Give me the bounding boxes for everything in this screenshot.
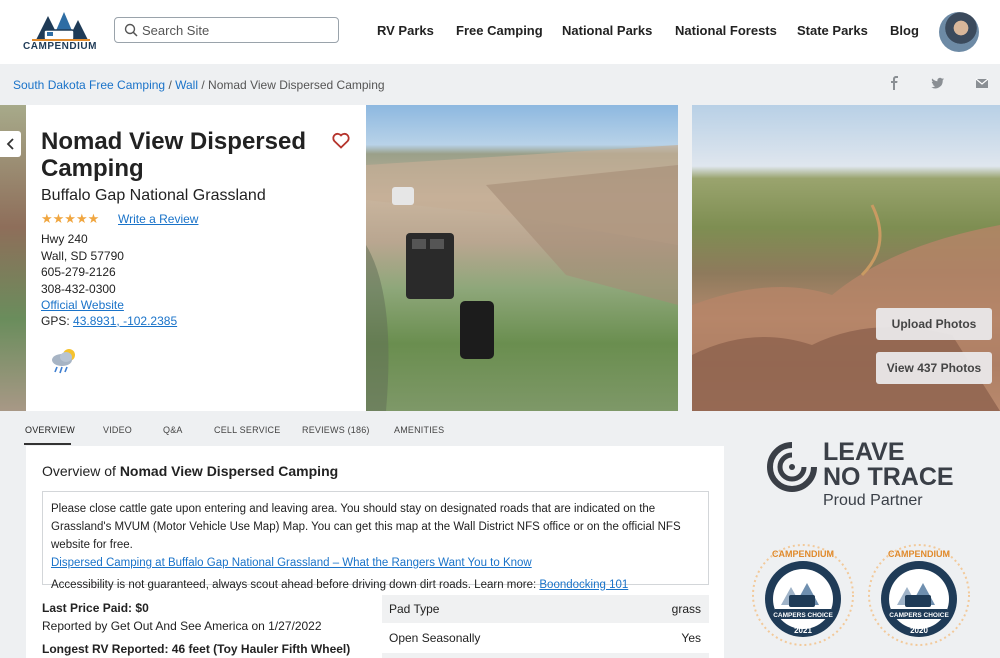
- detail-value: Yes: [681, 631, 701, 645]
- address-line-1: Hwy 240: [41, 232, 88, 246]
- official-website-link[interactable]: Official Website: [41, 298, 124, 312]
- gps-line: GPS: 43.8931, -102.2385: [41, 314, 177, 328]
- badge-brand: CAMPENDIUM: [888, 549, 950, 559]
- site-header: CAMPENDIUM RV Parks Free Camping Nationa…: [0, 0, 1000, 64]
- leave-no-trace-partner-logo[interactable]: LEAVE NO TRACE Proud Partner: [764, 437, 964, 511]
- search-icon: [124, 23, 138, 37]
- badge-year: 2020: [910, 626, 928, 635]
- detail-row-pad-type: Pad Type grass: [382, 595, 709, 623]
- nav-state-parks[interactable]: State Parks: [797, 23, 868, 38]
- tab-qa[interactable]: Q&A: [163, 425, 183, 435]
- nav-national-parks[interactable]: National Parks: [562, 23, 652, 38]
- tab-video[interactable]: VIDEO: [103, 425, 132, 435]
- detail-row-next: [382, 653, 709, 658]
- twitter-icon[interactable]: [931, 76, 945, 90]
- badge-label: CAMPERS CHOICE: [773, 612, 833, 619]
- overview-section: Overview of Nomad View Dispersed Camping…: [26, 446, 724, 658]
- longest-rv-value: 46 feet (Toy Hauler Fifth Wheel): [171, 642, 351, 656]
- last-price-value: $0: [135, 601, 149, 615]
- view-photos-button[interactable]: View 437 Photos: [876, 352, 992, 384]
- favorite-heart-icon[interactable]: [332, 132, 350, 149]
- tab-overview[interactable]: OVERVIEW: [25, 425, 75, 435]
- listing-info-card: Nomad View Dispersed Camping Buffalo Gap…: [26, 105, 366, 411]
- last-price-label: Last Price Paid:: [42, 601, 133, 615]
- breadcrumb-current: Nomad View Dispersed Camping: [208, 78, 385, 92]
- search-box[interactable]: [114, 17, 339, 43]
- breadcrumb-separator: /: [201, 78, 205, 92]
- detail-key: Open Seasonally: [389, 631, 481, 645]
- overview-title-prefix: Overview of: [42, 463, 116, 479]
- badge-label: CAMPERS CHOICE: [889, 612, 949, 619]
- rain-sun-icon: [52, 349, 75, 374]
- tab-cell-service[interactable]: CELL SERVICE: [214, 425, 280, 435]
- listing-photo-rv-badlands[interactable]: [366, 105, 678, 411]
- badge-year: 2021: [794, 626, 812, 635]
- upload-photos-button[interactable]: Upload Photos: [876, 308, 992, 340]
- accessibility-note: Accessibility is not guaranteed, always …: [51, 576, 700, 594]
- logo-text: CAMPENDIUM: [23, 41, 97, 52]
- detail-value: grass: [671, 602, 701, 616]
- nav-blog[interactable]: Blog: [890, 23, 919, 38]
- overview-title: Overview of Nomad View Dispersed Camping: [42, 463, 338, 479]
- email-icon[interactable]: [975, 76, 989, 90]
- price-reported-by: Reported by Get Out And See America on 1…: [42, 619, 322, 633]
- tab-amenities[interactable]: AMENITIES: [394, 425, 444, 435]
- last-price-paid: Last Price Paid: $0: [42, 601, 149, 615]
- detail-row-open-seasonally: Open Seasonally Yes: [382, 624, 709, 652]
- rating-stars: ★★★★★: [41, 211, 100, 226]
- nav-national-forests[interactable]: National Forests: [675, 23, 777, 38]
- phone-1[interactable]: 605-279-2126: [41, 265, 116, 279]
- badge-brand: CAMPENDIUM: [772, 549, 834, 559]
- leave-no-trace-swirl-icon: [767, 442, 817, 492]
- detail-key: Pad Type: [389, 602, 440, 616]
- phone-2[interactable]: 308-432-0300: [41, 282, 116, 296]
- campers-choice-2020-badge[interactable]: CAMPERS CHOICE 2020 CAMPENDIUM: [867, 543, 971, 647]
- address-line-2: Wall, SD 57790: [41, 249, 124, 263]
- breadcrumb-city[interactable]: Wall: [175, 78, 198, 92]
- nav-rv-parks[interactable]: RV Parks: [377, 23, 434, 38]
- notice-text: Please close cattle gate upon entering a…: [51, 503, 681, 551]
- active-tab-indicator: [24, 443, 71, 445]
- accessibility-text: Accessibility is not guaranteed, always …: [51, 579, 537, 591]
- user-avatar[interactable]: [939, 12, 979, 52]
- longest-rv-reported: Longest RV Reported: 46 feet (Toy Hauler…: [42, 642, 350, 656]
- overview-notice-box: Please close cattle gate upon entering a…: [42, 491, 709, 591]
- facebook-icon[interactable]: [888, 76, 902, 90]
- gps-coordinates-link[interactable]: 43.8931, -102.2385: [73, 314, 177, 328]
- chevron-left-icon: [6, 138, 14, 150]
- breadcrumb-state[interactable]: South Dakota Free Camping: [13, 78, 165, 92]
- listing-title: Nomad View Dispersed Camping: [41, 128, 306, 182]
- lnt-line-3: Proud Partner: [823, 492, 923, 509]
- gps-label: GPS:: [41, 314, 70, 328]
- listing-subtitle: Buffalo Gap National Grassland: [41, 187, 266, 204]
- campendium-logo[interactable]: CAMPENDIUM: [22, 10, 98, 54]
- logo-mark-icon: [32, 12, 90, 41]
- write-review-link[interactable]: Write a Review: [118, 212, 198, 226]
- breadcrumb: South Dakota Free Camping / Wall / Nomad…: [13, 78, 385, 92]
- breadcrumb-separator: /: [168, 78, 172, 92]
- boondocking-101-link[interactable]: Boondocking 101: [539, 579, 628, 591]
- longest-rv-label: Longest RV Reported:: [42, 642, 169, 656]
- nav-free-camping[interactable]: Free Camping: [456, 23, 543, 38]
- photo-scene: [366, 145, 678, 411]
- rangers-guide-link[interactable]: Dispersed Camping at Buffalo Gap Nationa…: [51, 557, 532, 569]
- campers-choice-2021-badge[interactable]: CAMPERS CHOICE 2021 CAMPENDIUM: [751, 543, 855, 647]
- prev-photo-button[interactable]: [0, 131, 21, 157]
- lnt-line-1: LEAVE: [823, 438, 905, 466]
- tab-reviews[interactable]: REVIEWS (186): [302, 425, 370, 435]
- overview-title-name: Nomad View Dispersed Camping: [119, 463, 339, 479]
- lnt-line-2: NO TRACE: [823, 463, 954, 491]
- search-input[interactable]: [142, 21, 332, 39]
